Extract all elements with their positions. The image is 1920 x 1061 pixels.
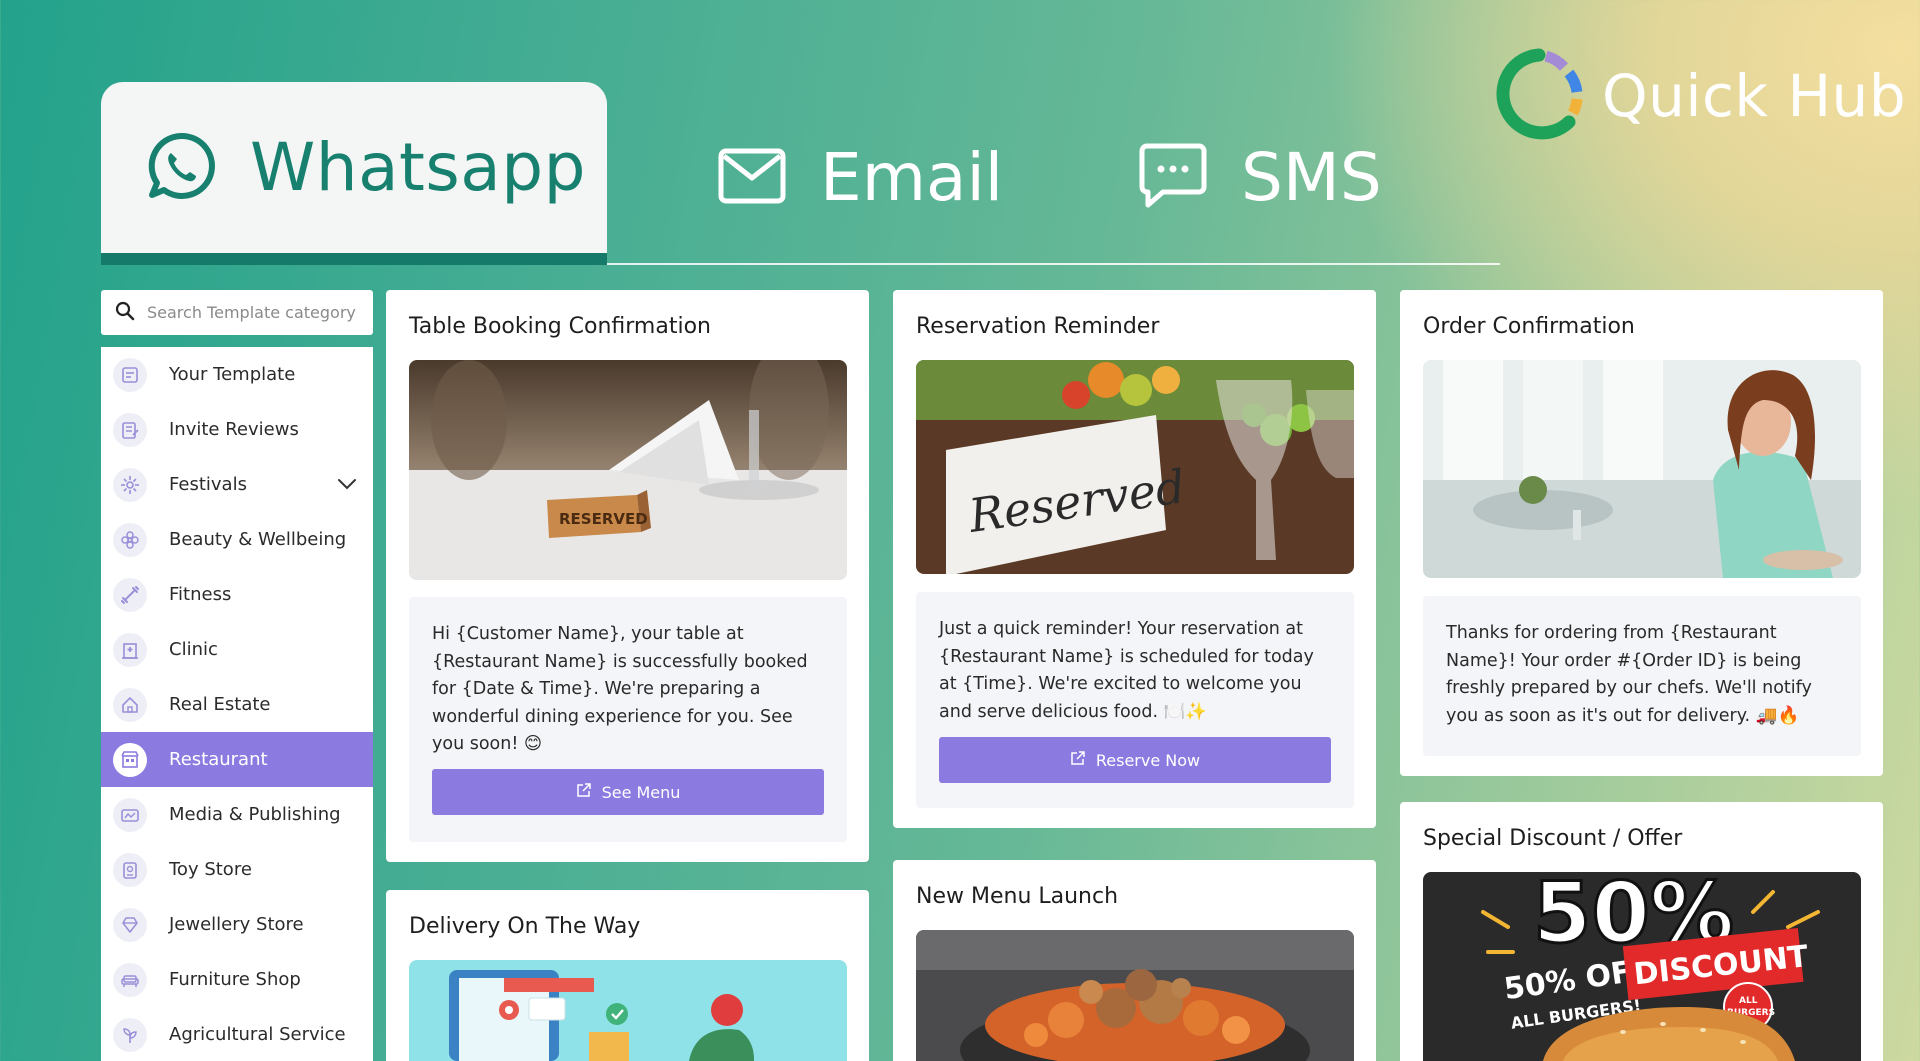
agriculture-icon bbox=[113, 1017, 147, 1052]
woman-dining-image bbox=[1423, 360, 1861, 578]
whatsapp-icon bbox=[146, 131, 216, 205]
tab-email[interactable]: Email bbox=[718, 130, 1003, 225]
reserved-sign-text: RESERVED bbox=[559, 510, 648, 528]
tab-label: Email bbox=[820, 139, 1004, 216]
sidebar-item-label: Agricultural Service bbox=[169, 1024, 346, 1045]
quick-hub-logo-icon bbox=[1490, 45, 1588, 147]
message-preview: Thanks for ordering from {Restaurant Nam… bbox=[1423, 596, 1861, 756]
sidebar-item-clinic[interactable]: Clinic bbox=[101, 622, 373, 677]
sidebar-item-beauty-wellbeing[interactable]: Beauty & Wellbeing bbox=[101, 512, 373, 567]
card-title: New Menu Launch bbox=[916, 884, 1119, 909]
sofa-icon bbox=[113, 962, 147, 997]
sidebar-item-agricultural-service[interactable]: Agricultural Service bbox=[101, 1007, 373, 1061]
sidebar-item-toy-store[interactable]: Toy Store bbox=[101, 842, 373, 897]
sidebar-item-label: Invite Reviews bbox=[169, 419, 299, 440]
sidebar-item-festivals[interactable]: Festivals bbox=[101, 457, 373, 512]
sidebar-item-real-estate[interactable]: Real Estate bbox=[101, 677, 373, 732]
chevron-down-icon[interactable] bbox=[337, 475, 357, 494]
card-title: Order Confirmation bbox=[1423, 314, 1635, 339]
tab-label: Whatsapp bbox=[250, 129, 587, 206]
sidebar-item-label: Clinic bbox=[169, 639, 218, 660]
badge-line1-text: ALL bbox=[1739, 996, 1758, 1006]
toy-icon bbox=[113, 852, 147, 887]
external-link-icon bbox=[576, 782, 592, 802]
logo: Quick Hub bbox=[1490, 46, 1906, 146]
review-icon bbox=[113, 412, 147, 447]
jewellery-icon bbox=[113, 907, 147, 942]
delivery-illustration bbox=[409, 960, 847, 1061]
logo-text: Quick Hub bbox=[1602, 62, 1907, 130]
see-menu-button[interactable]: See Menu bbox=[432, 769, 824, 815]
sidebar-item-restaurant[interactable]: Restaurant bbox=[101, 732, 373, 787]
reserved-card-image: Reserved bbox=[916, 360, 1354, 574]
festival-icon bbox=[113, 467, 147, 502]
email-icon bbox=[718, 148, 786, 208]
card-title: Table Booking Confirmation bbox=[409, 314, 711, 339]
restaurant-icon bbox=[113, 742, 147, 777]
template-card-delivery[interactable]: Delivery On The Way bbox=[386, 890, 869, 1061]
sidebar-item-label: Media & Publishing bbox=[169, 804, 341, 825]
search-input[interactable] bbox=[147, 303, 367, 322]
sidebar-item-label: Toy Store bbox=[169, 859, 252, 880]
search-box[interactable] bbox=[101, 290, 373, 335]
food-dish-image bbox=[916, 930, 1354, 1061]
sidebar-item-fitness[interactable]: Fitness bbox=[101, 567, 373, 622]
tab-sms[interactable]: SMS bbox=[1139, 130, 1382, 225]
sidebar-item-label: Real Estate bbox=[169, 694, 271, 715]
template-card-order-confirmation[interactable]: Order Confirmation Thanks for ordering f… bbox=[1400, 290, 1883, 776]
message-preview: Just a quick reminder! Your reservation … bbox=[916, 592, 1354, 808]
tab-underline bbox=[607, 263, 1500, 265]
sidebar-item-label: Fitness bbox=[169, 584, 232, 605]
sidebar-item-label: Restaurant bbox=[169, 749, 268, 770]
media-icon bbox=[113, 797, 147, 832]
sidebar-item-furniture-shop[interactable]: Furniture Shop bbox=[101, 952, 373, 1007]
clinic-icon bbox=[113, 632, 147, 667]
dumbbell-icon bbox=[113, 577, 147, 612]
search-icon bbox=[115, 301, 135, 325]
card-title: Reservation Reminder bbox=[916, 314, 1160, 339]
button-label: See Menu bbox=[601, 782, 681, 802]
message-preview: Hi {Customer Name}, your table at {Resta… bbox=[409, 597, 847, 842]
sidebar-item-label: Furniture Shop bbox=[169, 969, 301, 990]
burger-discount-image: 50% 50% OFF ALL BURGERS! DISCOUNT ALL BU… bbox=[1423, 872, 1861, 1061]
card-title: Delivery On The Way bbox=[409, 914, 641, 939]
message-text: Thanks for ordering from {Restaurant Nam… bbox=[1446, 623, 1812, 726]
external-link-icon bbox=[1070, 750, 1086, 770]
button-label: Reserve Now bbox=[1095, 750, 1201, 770]
house-icon bbox=[113, 687, 147, 722]
tab-label: SMS bbox=[1241, 139, 1382, 216]
sidebar-item-media-publishing[interactable]: Media & Publishing bbox=[101, 787, 373, 842]
flower-icon bbox=[113, 522, 147, 557]
sidebar: Your Template Invite Reviews Festivals B… bbox=[101, 347, 373, 1061]
sidebar-item-label: Festivals bbox=[169, 474, 247, 495]
tab-whatsapp[interactable]: Whatsapp bbox=[101, 82, 607, 265]
template-card-special-offer[interactable]: Special Discount / Offer 50% 50% OFF ALL… bbox=[1400, 802, 1883, 1061]
sidebar-item-label: Beauty & Wellbeing bbox=[169, 529, 347, 550]
message-text: Just a quick reminder! Your reservation … bbox=[939, 619, 1314, 722]
template-card-new-menu[interactable]: New Menu Launch bbox=[893, 860, 1376, 1061]
sidebar-item-invite-reviews[interactable]: Invite Reviews bbox=[101, 402, 373, 457]
reserved-table-image: RESERVED bbox=[409, 360, 847, 580]
reserve-now-button[interactable]: Reserve Now bbox=[939, 737, 1331, 783]
sidebar-item-your-template[interactable]: Your Template bbox=[101, 347, 373, 402]
sidebar-item-label: Your Template bbox=[169, 364, 296, 385]
sidebar-item-label: Jewellery Store bbox=[169, 914, 304, 935]
template-card-table-booking[interactable]: Table Booking Confirmation RESERVED Hi {… bbox=[386, 290, 869, 862]
sms-icon bbox=[1139, 143, 1207, 213]
card-title: Special Discount / Offer bbox=[1423, 826, 1683, 851]
message-text: Hi {Customer Name}, your table at {Resta… bbox=[432, 624, 808, 754]
sidebar-item-jewellery-store[interactable]: Jewellery Store bbox=[101, 897, 373, 952]
template-icon bbox=[113, 357, 147, 392]
template-card-reservation-reminder[interactable]: Reservation Reminder Reserved Just a qui… bbox=[893, 290, 1376, 828]
